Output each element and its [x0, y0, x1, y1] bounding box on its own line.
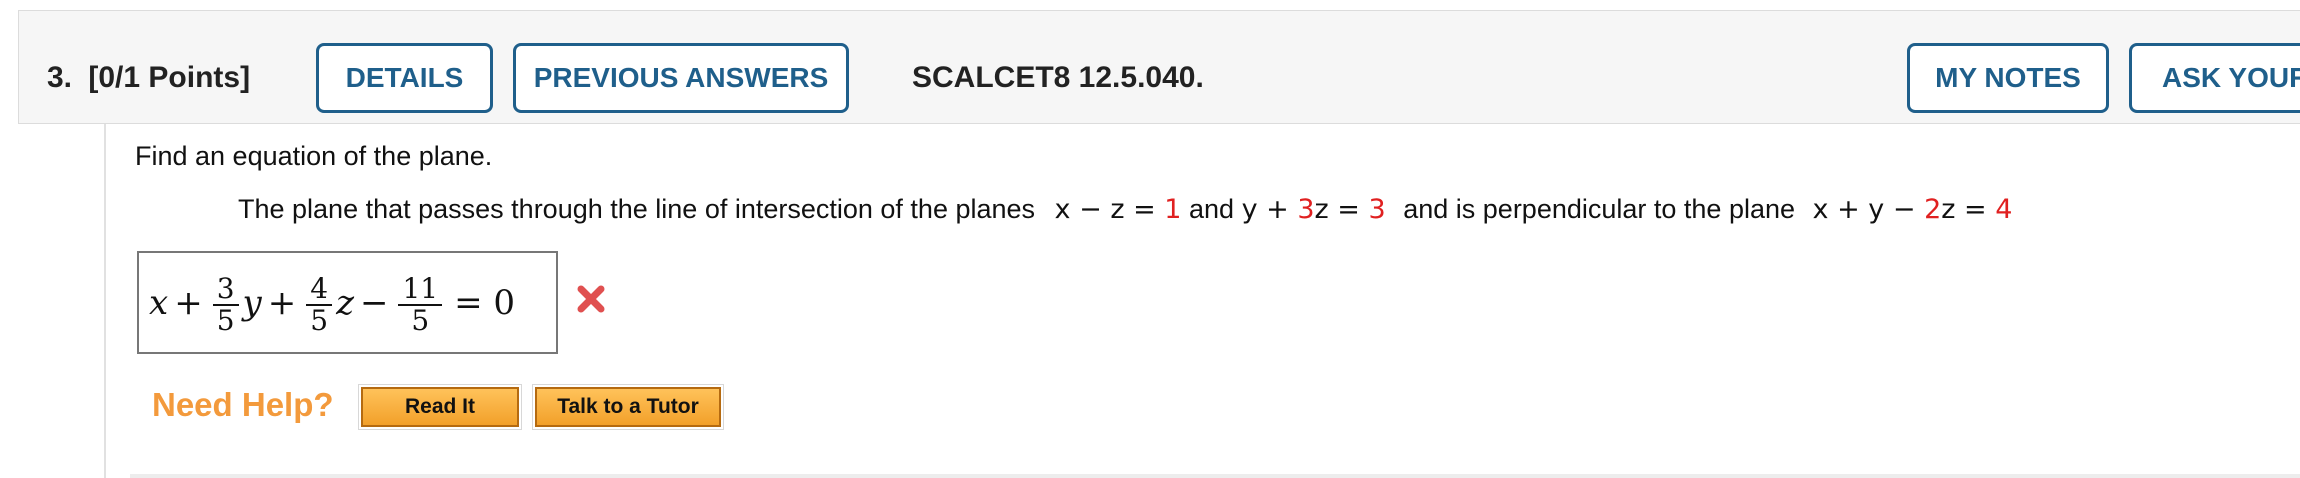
answer-fraction-2: 4 5 [306, 274, 333, 335]
problem-prefix: The plane that passes through the line o… [238, 194, 1036, 224]
answer-op-plus-1: + [174, 282, 203, 323]
answer-var-x: x [149, 282, 169, 323]
plane-3-equation: x + y − 2z = 4 [1812, 194, 2013, 225]
incorrect-x-icon [577, 285, 605, 313]
and-label: and [1189, 194, 1235, 224]
answer-fraction-3: 11 5 [398, 274, 443, 335]
question-number-label: 3. [47, 61, 73, 94]
problem-statement: The plane that passes through the line o… [238, 194, 2012, 225]
content-bottom-rule [130, 474, 2300, 478]
question-number: 3. [0/1 Points] [47, 61, 250, 95]
answer-equals-zero: = 0 [454, 282, 516, 323]
talk-to-tutor-button[interactable]: Talk to a Tutor [532, 384, 724, 430]
read-it-button[interactable]: Read It [358, 384, 522, 430]
answer-op-plus-2: + [267, 282, 297, 323]
need-help-label: Need Help? [152, 386, 334, 423]
plane-1-equation: x − z = 1 [1054, 194, 1182, 225]
problem-code: SCALCET8 12.5.040. [912, 61, 1204, 94]
instruction-text: Find an equation of the plane. [135, 141, 493, 171]
previous-answers-button[interactable]: PREVIOUS ANSWERS [513, 43, 849, 113]
answer-var-y: y [242, 282, 262, 323]
answer-var-z: z [336, 282, 354, 323]
my-notes-button[interactable]: MY NOTES [1907, 43, 2109, 113]
ask-your-teacher-button[interactable]: ASK YOUR [2129, 43, 2300, 113]
perpendicular-label: and is perpendicular to the plane [1403, 194, 1796, 224]
answer-fraction-1: 3 5 [212, 274, 239, 335]
content-left-rule [104, 124, 106, 478]
question-header: 3. [0/1 Points] DETAILS PREVIOUS ANSWERS… [18, 10, 2300, 124]
plane-2-equation: y + 3z = 3 [1241, 194, 1386, 225]
points-label: [0/1 Points] [88, 61, 251, 94]
answer-op-minus: − [359, 282, 389, 323]
details-button[interactable]: DETAILS [316, 43, 493, 113]
answer-input[interactable]: x + 3 5 y + 4 5 z − 11 5 = 0 [137, 251, 558, 354]
